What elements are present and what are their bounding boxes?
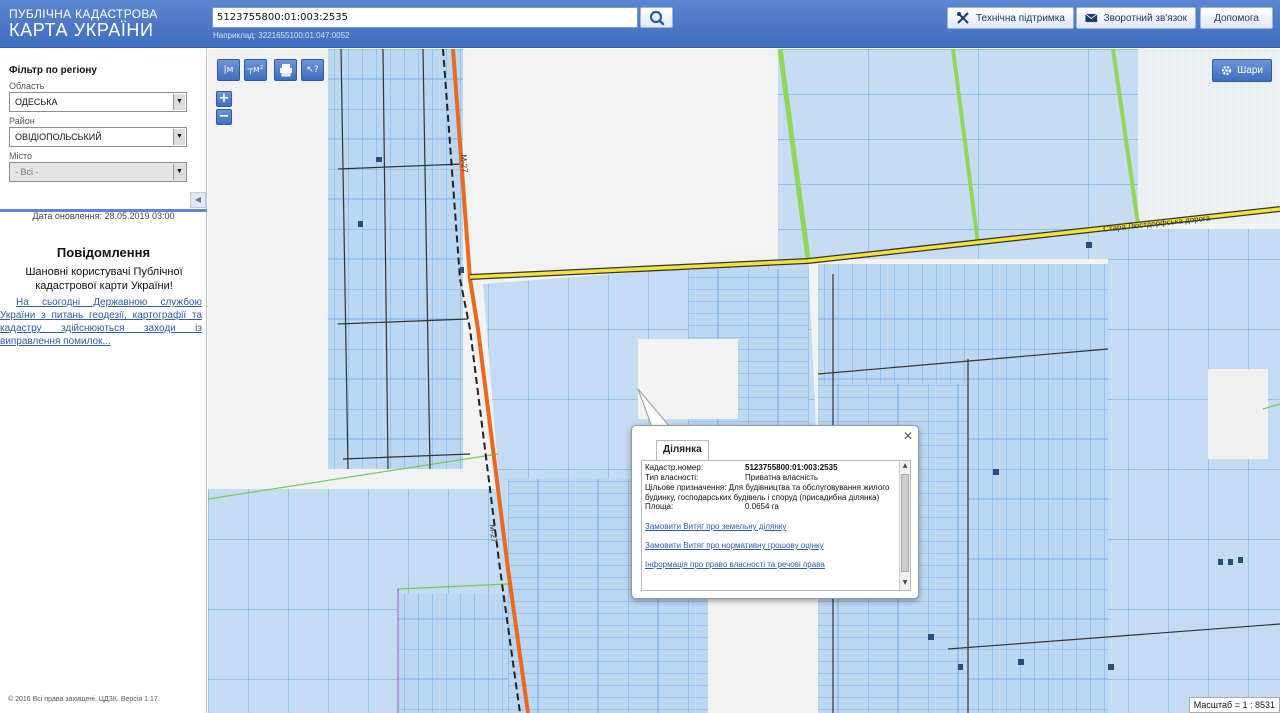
ownership-key: Тип власності:: [645, 473, 699, 482]
city-value: - Всі -: [15, 167, 39, 177]
road-label-m27-2: М-27: [487, 523, 499, 544]
site-logo[interactable]: ПУБЛІЧНА КАДАСТРОВА КАРТА УКРАЇНИ: [9, 8, 158, 39]
zoom-out-button[interactable]: −: [216, 109, 232, 125]
extract-link[interactable]: Замовити Витяг про земельну ділянку: [645, 522, 897, 531]
layers-button[interactable]: Шари: [1212, 59, 1272, 82]
news-title: Повідомлення: [56, 245, 151, 260]
region-label: Область: [9, 81, 45, 91]
district-label: Район: [9, 116, 35, 126]
district-select[interactable]: ОВІДІОПОЛЬСЬКИЙ ▼: [9, 127, 187, 147]
help-button[interactable]: Допомога: [1200, 7, 1273, 29]
search-hint: Наприклад: 3221655100:01:047:0052: [213, 31, 350, 40]
popup-scrollbar[interactable]: ▲ ▼: [899, 461, 910, 590]
area-value: 0.0654 га: [745, 502, 779, 511]
region-value: ОДЕСЬКА: [15, 97, 58, 107]
cadastral-value: 5123755800:01:003:2535: [745, 463, 838, 472]
measure-distance-button[interactable]: |м: [217, 59, 240, 81]
cadastral-map[interactable]: [208, 49, 1280, 713]
news-link[interactable]: На сьогодні Державною службою України з …: [0, 296, 202, 348]
valuation-link[interactable]: Замовити Витяг про нормативну грошову оц…: [645, 541, 897, 550]
left-panel: Фільтр по регіону Область ОДЕСЬКА ▼ Райо…: [0, 49, 207, 713]
chevron-down-icon: ▼: [173, 164, 185, 180]
map-canvas[interactable]: М-27 М-27 Стара Люстдорфська дорога |м ┬…: [208, 49, 1280, 713]
district-value: ОВІДІОПОЛЬСЬКИЙ: [15, 132, 102, 142]
scroll-down-icon[interactable]: ▼: [900, 579, 910, 589]
collapse-panel-button[interactable]: ◀: [190, 192, 206, 208]
print-button[interactable]: [274, 59, 297, 81]
support-button[interactable]: Технічна підтримка: [947, 7, 1074, 29]
popup-body: Кадастр.номер: 5123755800:01:003:2535 Ти…: [641, 460, 911, 591]
print-icon: [279, 64, 292, 77]
logo-line1: ПУБЛІЧНА КАДАСТРОВА: [9, 7, 158, 21]
feedback-button[interactable]: Зворотний зв'язок: [1076, 7, 1196, 29]
help-label: Допомога: [1214, 12, 1259, 24]
chevron-down-icon: ▼: [173, 129, 185, 145]
top-bar: ПУБЛІЧНА КАДАСТРОВА КАРТА УКРАЇНИ Наприк…: [0, 0, 1280, 48]
road-label-m27: М-27: [458, 154, 470, 173]
gear-icon: [1222, 65, 1232, 76]
chevron-down-icon: ▼: [173, 94, 185, 110]
logo-line2: КАРТА УКРАЇНИ: [9, 20, 154, 40]
tab-parcel[interactable]: Ділянка: [656, 440, 709, 460]
map-scale: Масштаб = 1 : 8531: [1188, 697, 1280, 713]
area-label: м²: [253, 65, 264, 75]
city-select[interactable]: - Всі - ▼: [9, 162, 187, 182]
search-icon: [649, 10, 665, 26]
copyright: © 2016 Всі права захищені. ЦДЗК. Версія …: [8, 696, 160, 703]
popup-pointer: [637, 388, 672, 428]
scroll-up-icon[interactable]: ▲: [900, 462, 910, 472]
cadastral-search-input[interactable]: [212, 7, 638, 28]
city-label: Місто: [9, 151, 33, 161]
filter-title: Фільтр по регіону: [9, 65, 97, 76]
support-label: Технічна підтримка: [976, 12, 1065, 24]
ownership-value: Приватна власність: [745, 473, 819, 482]
identify-button[interactable]: ↖?: [301, 59, 324, 81]
region-select[interactable]: ОДЕСЬКА ▼: [9, 92, 187, 112]
envelope-icon: [1085, 13, 1098, 23]
measure-label: м: [226, 65, 234, 75]
cursor-help-icon: ↖?: [306, 65, 319, 75]
scroll-thumb[interactable]: [901, 474, 909, 572]
feedback-label: Зворотний зв'язок: [1103, 12, 1187, 24]
rights-link[interactable]: Інформація про право власності та речові…: [645, 560, 897, 569]
close-icon[interactable]: ✕: [903, 429, 913, 443]
measure-area-button[interactable]: ┬м²: [244, 59, 267, 81]
search-button[interactable]: [640, 7, 673, 28]
parcel-popup: ✕ Ділянка Кадастр.номер: 5123755800:01:0…: [631, 425, 919, 599]
tools-icon: [957, 12, 969, 24]
news-lead: Шановні користувачі Публічної кадастрово…: [25, 266, 183, 292]
layers-label: Шари: [1237, 65, 1263, 76]
area-key: Площа:: [645, 502, 674, 511]
zoom-in-button[interactable]: +: [216, 91, 232, 107]
cadastral-key: Кадастр.номер:: [645, 463, 704, 472]
update-date: Дата оновлення: 28.05.2019 03:00: [32, 211, 175, 221]
purpose-key: Цільове призначення:: [645, 483, 727, 492]
